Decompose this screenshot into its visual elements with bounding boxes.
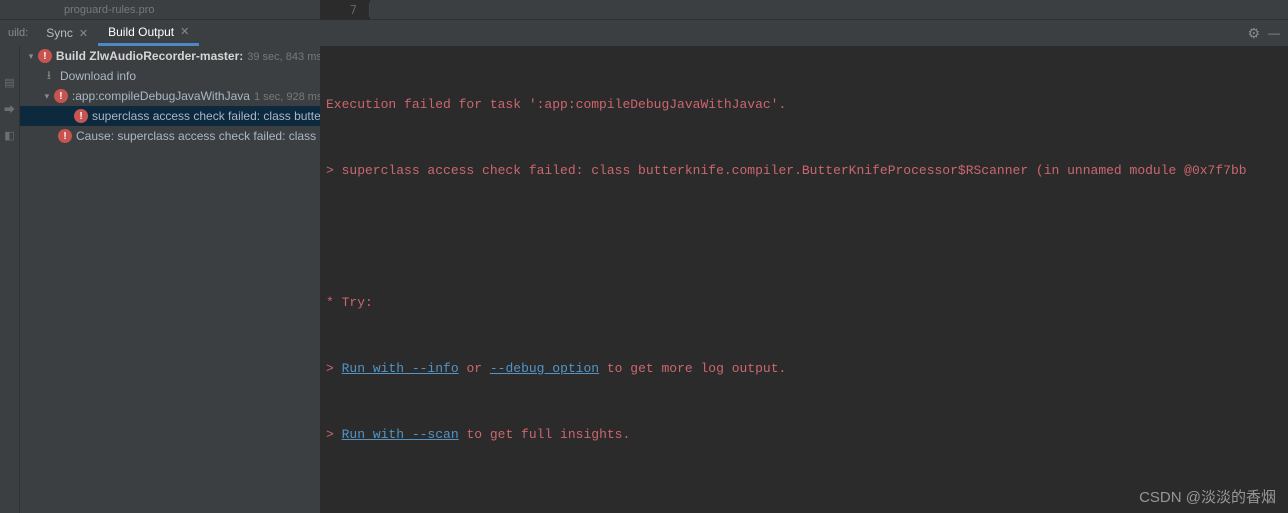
- tree-root[interactable]: ▾ ! Build ZlwAudioRecorder-master:39 sec…: [20, 46, 320, 66]
- close-icon[interactable]: ✕: [79, 27, 88, 40]
- build-label: uild:: [0, 27, 36, 39]
- tab-build-output[interactable]: Build Output ✕: [98, 20, 199, 46]
- project-file-label: proguard-rules.pro: [64, 4, 155, 16]
- console-line: > Run with --info or --debug option to g…: [320, 358, 1288, 380]
- tree-error-cause[interactable]: ! Cause: superclass access check failed:…: [20, 126, 320, 146]
- build-console[interactable]: Execution failed for task ':app:compileD…: [320, 46, 1288, 513]
- watermark: CSDN @淡淡的香烟: [1139, 486, 1276, 507]
- chevron-down-icon: ▾: [24, 51, 38, 62]
- console-line: Execution failed for task ':app:compileD…: [320, 94, 1288, 116]
- console-line: > Run with --scan to get full insights.: [320, 424, 1288, 446]
- build-tree: ▾ ! Build ZlwAudioRecorder-master:39 sec…: [20, 46, 320, 513]
- tree-icon[interactable]: ◧: [4, 129, 14, 142]
- build-tab-bar: uild: Sync ✕ Build Output ✕ ⚙ —: [0, 20, 1288, 46]
- filter-icon[interactable]: ▤: [4, 76, 14, 89]
- console-line: > superclass access check failed: class …: [320, 160, 1288, 182]
- editor-line-number: 7: [320, 3, 370, 17]
- tab-sync[interactable]: Sync ✕: [36, 20, 98, 46]
- error-icon: !: [74, 109, 88, 123]
- close-icon[interactable]: ✕: [180, 25, 189, 38]
- error-icon: !: [58, 129, 72, 143]
- minimize-icon[interactable]: —: [1268, 26, 1280, 40]
- tree-error-selected[interactable]: ! superclass access check failed: class …: [20, 106, 320, 126]
- expand-icon[interactable]: ⮕: [4, 101, 15, 117]
- tree-task[interactable]: ▾ ! :app:compileDebugJavaWithJava1 sec, …: [20, 86, 320, 106]
- console-line: * Try:: [320, 292, 1288, 314]
- console-line: [320, 226, 1288, 248]
- gear-icon[interactable]: ⚙: [1247, 25, 1260, 42]
- run-scan-link[interactable]: Run with --scan: [342, 427, 459, 442]
- chevron-down-icon: ▾: [40, 91, 54, 102]
- tree-download-info[interactable]: ⭳ Download info: [20, 66, 320, 86]
- run-info-link[interactable]: Run with --info: [342, 361, 459, 376]
- debug-option-link[interactable]: --debug option: [490, 361, 599, 376]
- error-icon: !: [54, 89, 68, 103]
- tool-gutter: ▤ ⮕ ◧: [0, 46, 20, 513]
- download-icon: ⭳: [42, 66, 56, 87]
- error-icon: !: [38, 49, 52, 63]
